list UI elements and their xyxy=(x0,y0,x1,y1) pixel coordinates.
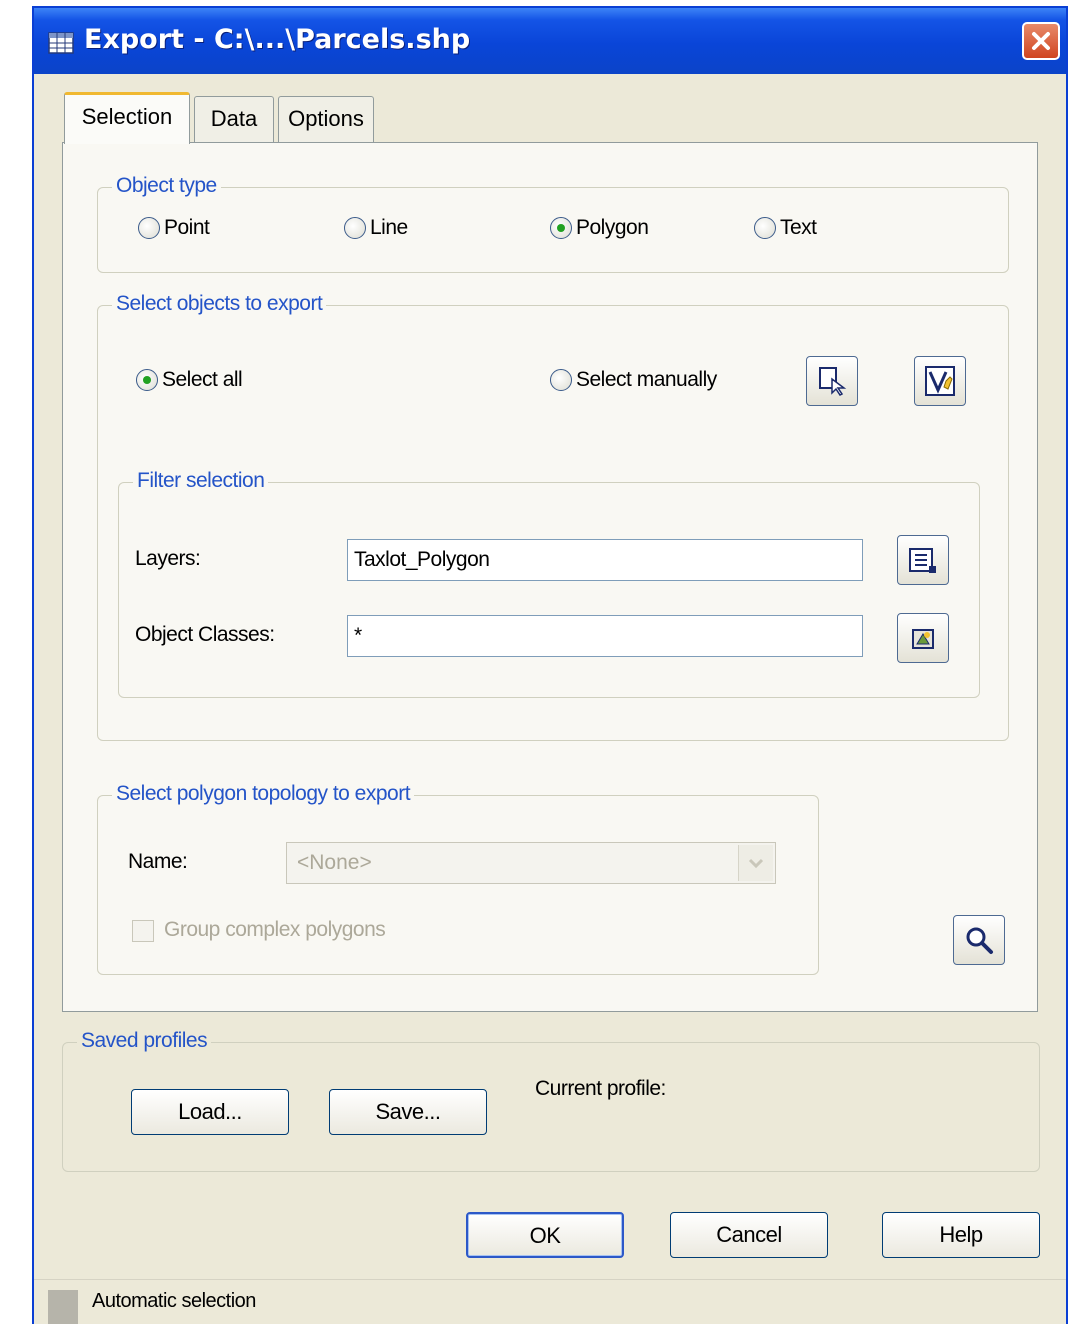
selection-tab-panel: Object type Point Line Polygon Text Sele… xyxy=(62,142,1038,1012)
select-objects-icon xyxy=(819,367,847,396)
group-complex-polygons-checkbox[interactable] xyxy=(132,920,154,942)
quick-select-filter-icon xyxy=(925,366,955,396)
window-title: Export - C:\...\Parcels.shp xyxy=(84,24,471,55)
radio-point[interactable]: Point xyxy=(138,216,210,240)
topology-name-label: Name: xyxy=(128,850,188,873)
select-objects-group: Select objects to export Select all Sele… xyxy=(97,292,1009,741)
object-classes-button[interactable] xyxy=(897,613,949,663)
radio-select-manually[interactable]: Select manually xyxy=(550,368,717,392)
layers-label: Layers: xyxy=(135,547,201,570)
title-bar[interactable]: Export - C:\...\Parcels.shp xyxy=(34,8,1066,74)
select-objects-legend: Select objects to export xyxy=(112,292,327,316)
topology-legend: Select polygon topology to export xyxy=(112,782,415,806)
object-classes-input[interactable]: * xyxy=(347,615,863,657)
topology-name-value: <None> xyxy=(297,851,372,874)
saved-profiles-legend: Saved profiles xyxy=(77,1029,212,1053)
pick-objects-button[interactable] xyxy=(806,356,858,406)
status-text: Automatic selection xyxy=(92,1290,256,1312)
radio-point-label: Point xyxy=(164,216,210,239)
radio-line-indicator xyxy=(344,217,366,240)
topology-name-select[interactable]: <None> xyxy=(286,842,776,884)
filter-selection-group: Filter selection Layers: Taxlot_Polygon … xyxy=(118,469,980,698)
layers-input[interactable]: Taxlot_Polygon xyxy=(347,539,863,581)
radio-line-label: Line xyxy=(370,216,408,239)
magnifier-icon xyxy=(966,927,993,954)
radio-polygon-indicator xyxy=(550,217,572,240)
object-type-legend: Object type xyxy=(112,174,221,198)
quick-select-button[interactable] xyxy=(914,356,966,406)
tab-options[interactable]: Options xyxy=(278,96,374,142)
ok-button[interactable]: OK xyxy=(466,1212,624,1258)
radio-polygon[interactable]: Polygon xyxy=(550,216,649,240)
tab-selection[interactable]: Selection xyxy=(64,92,190,144)
layer-list-icon xyxy=(909,548,936,573)
close-icon xyxy=(1032,32,1050,50)
current-profile-label: Current profile: xyxy=(535,1077,666,1100)
layers-list-button[interactable] xyxy=(897,535,949,585)
save-profile-button[interactable]: Save... xyxy=(329,1089,487,1135)
load-profile-button[interactable]: Load... xyxy=(131,1089,289,1135)
radio-text-indicator xyxy=(754,217,776,240)
object-class-icon xyxy=(912,629,934,649)
radio-text-label: Text xyxy=(780,216,817,239)
saved-profiles-group: Saved profiles Load... Save... Current p… xyxy=(62,1029,1040,1172)
group-complex-polygons-label: Group complex polygons xyxy=(164,918,386,941)
object-type-group: Object type Point Line Polygon Text xyxy=(97,174,1009,273)
status-indicator xyxy=(48,1290,78,1324)
radio-select-all-indicator xyxy=(136,369,158,392)
table-icon xyxy=(48,32,74,54)
tab-data[interactable]: Data xyxy=(194,96,274,142)
radio-select-manually-indicator xyxy=(550,369,572,392)
cancel-button[interactable]: Cancel xyxy=(670,1212,828,1258)
object-classes-label: Object Classes: xyxy=(135,623,275,646)
radio-select-all[interactable]: Select all xyxy=(136,368,243,392)
filter-selection-legend: Filter selection xyxy=(133,469,269,493)
radio-polygon-label: Polygon xyxy=(576,216,649,239)
topology-group: Select polygon topology to export Name: … xyxy=(97,782,819,975)
radio-point-indicator xyxy=(138,217,160,240)
zoom-topology-button[interactable] xyxy=(953,915,1005,965)
tab-options-label: Options xyxy=(288,106,364,131)
radio-select-all-label: Select all xyxy=(162,368,243,391)
chevron-down-icon xyxy=(738,845,773,881)
radio-text[interactable]: Text xyxy=(754,216,817,240)
radio-select-manually-label: Select manually xyxy=(576,368,717,391)
close-button[interactable] xyxy=(1022,22,1060,60)
status-bar: Automatic selection xyxy=(34,1279,1066,1324)
help-button[interactable]: Help xyxy=(882,1212,1040,1258)
radio-line[interactable]: Line xyxy=(344,216,408,240)
tab-selection-label: Selection xyxy=(81,104,173,129)
export-dialog: Export - C:\...\Parcels.shp Selection Da… xyxy=(32,6,1068,1324)
tab-data-label: Data xyxy=(210,106,258,131)
